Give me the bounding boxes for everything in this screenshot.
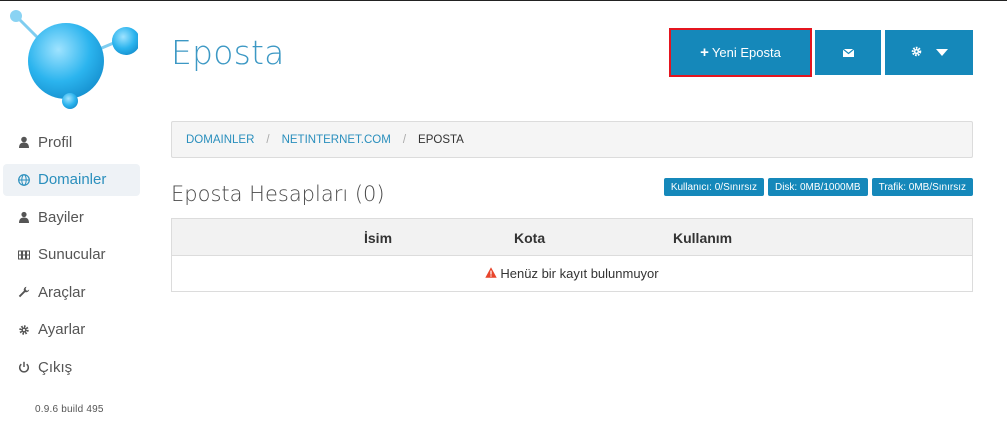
gear-icon [17,323,31,337]
sidebar-nav: Profil Domainler Bayiler Sunucular Araçl… [3,126,140,389]
sidebar-item-sunucular[interactable]: Sunucular [3,239,140,271]
mail-button[interactable] [815,30,881,75]
table-empty-row: Henüz bir kayıt bulunmuyor [172,255,972,291]
new-email-label: Yeni Eposta [711,45,781,60]
sidebar-item-label: Ayarlar [38,321,86,338]
warning-icon [485,266,500,281]
sidebar-item-label: Araçlar [38,283,86,301]
plus-icon: + [700,44,709,61]
gear-icon [911,45,922,60]
sidebar-item-label: Sunucular [38,246,106,263]
globe-icon [17,173,31,187]
breadcrumb-separator: / [266,133,270,146]
logo [8,6,140,112]
sidebar-item-araclar[interactable]: Araçlar [3,276,140,308]
disk-quota-badge: Disk: 0MB/1000MB [767,178,868,196]
envelope-icon [842,45,854,60]
version-label: 0.9.6 build 495 [35,404,104,415]
email-accounts-table: İsim Kota Kullanım Henüz bir kayıt bulun… [171,218,973,292]
user-icon [17,135,31,149]
sidebar-item-profil[interactable]: Profil [3,126,140,158]
new-email-button[interactable]: + Yeni Eposta [669,28,812,77]
sidebar-item-domainler[interactable]: Domainler [3,163,140,196]
sidebar-item-ayarlar[interactable]: Ayarlar [3,314,140,346]
sidebar-item-bayiler[interactable]: Bayiler [3,201,140,233]
breadcrumb: DOMAINLER / NETINTERNET.COM / EPOSTA [171,121,973,158]
sidebar-item-cikis[interactable]: Çıkış [3,351,140,383]
empty-message: Henüz bir kayıt bulunmuyor [500,266,659,281]
sidebar-item-label: Çıkış [38,358,73,376]
top-border [0,0,1007,1]
sidebar-item-label: Bayiler [38,208,84,226]
column-header-name[interactable]: İsim [364,230,392,246]
table-header: İsim Kota Kullanım [172,219,972,255]
quota-badges: Kullanıcı: 0/Sınırsız Disk: 0MB/1000MB T… [663,178,973,196]
breadcrumb-separator: / [402,133,407,146]
power-icon [17,360,31,374]
column-header-quota[interactable]: Kota [514,230,545,246]
traffic-quota-badge: Trafik: 0MB/Sınırsız [871,178,973,196]
breadcrumb-current: EPOSTA [418,133,464,146]
user-quota-badge: Kullanıcı: 0/Sınırsız [663,178,764,196]
breadcrumb-link-domainler[interactable]: DOMAINLER [186,134,254,146]
users-icon [17,210,31,224]
sidebar-item-label: Profil [38,133,73,151]
sidebar-item-label: Domainler [38,171,107,188]
settings-dropdown-button[interactable] [885,30,973,75]
wrench-icon [17,285,31,299]
chevron-down-icon [935,49,948,56]
server-icon [17,248,31,262]
section-title: Eposta Hesapları (0) [171,182,385,206]
breadcrumb-link-domain[interactable]: NETINTERNET.COM [282,134,391,146]
column-header-usage[interactable]: Kullanım [673,230,732,246]
page-title: Eposta [171,33,285,72]
